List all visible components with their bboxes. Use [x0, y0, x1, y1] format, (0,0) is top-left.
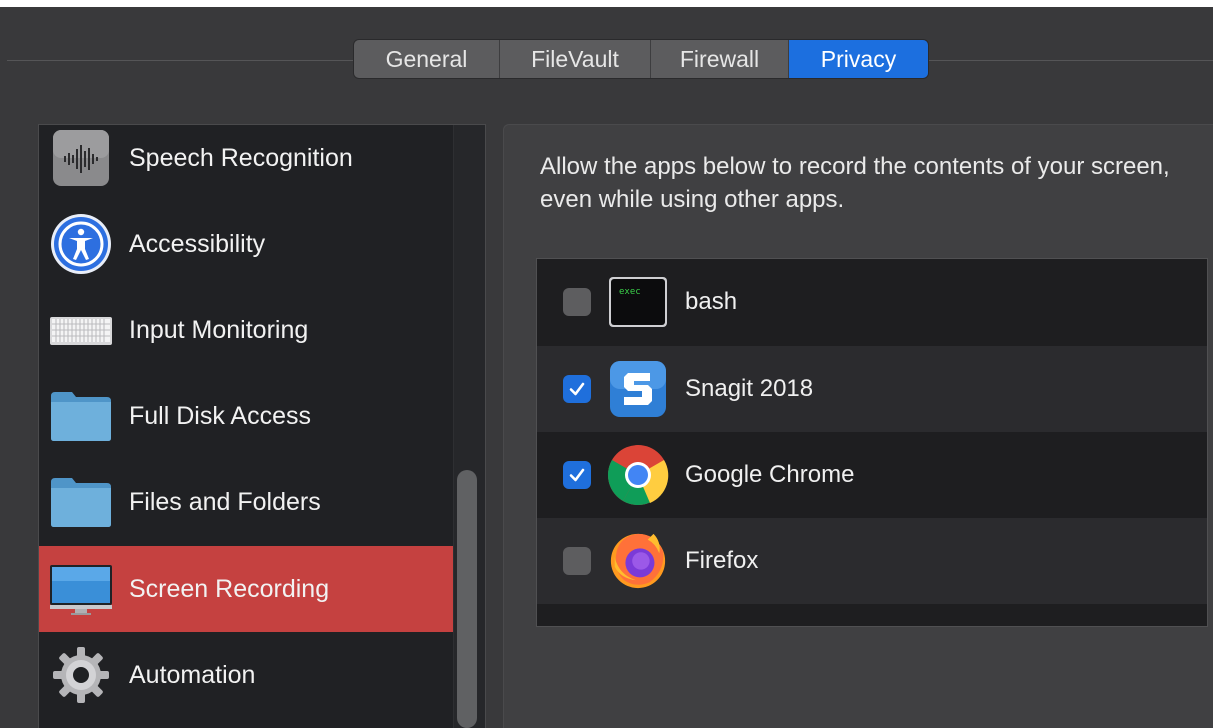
sidebar-item-label: Automation: [129, 660, 256, 689]
tab-privacy[interactable]: Privacy: [789, 40, 928, 78]
app-row-snagit: Snagit 2018: [537, 346, 1207, 432]
terminal-icon: exec: [607, 271, 669, 333]
sidebar-item-label: Speech Recognition: [129, 143, 353, 172]
sidebar-item-label: Screen Recording: [129, 574, 330, 603]
window-top-edge: [0, 0, 1213, 7]
panel-description: Allow the apps below to record the conte…: [540, 153, 1170, 213]
app-row-chrome: Google Chrome: [537, 432, 1207, 518]
security-privacy-window: General FileVault Firewall Privacy Speec…: [0, 0, 1213, 728]
tab-bar: General FileVault Firewall Privacy: [354, 40, 928, 78]
app-permission-list: exec bash Snagit 2018 Google Chrome Fire…: [536, 258, 1208, 627]
terminal-icon-text: exec: [619, 287, 641, 297]
sidebar-item-label: Files and Folders: [129, 487, 321, 516]
tab-firewall[interactable]: Firewall: [651, 40, 789, 78]
tab-filevault[interactable]: FileVault: [500, 40, 651, 78]
checkmark-icon: [569, 382, 585, 396]
chrome-icon: [607, 444, 669, 506]
app-name: Firefox: [685, 547, 759, 574]
keyboard-icon: [49, 298, 113, 362]
waveform-icon: [49, 126, 113, 190]
app-name: Snagit 2018: [685, 375, 814, 402]
checkmark-icon: [569, 468, 585, 482]
sidebar-item-full-disk-access[interactable]: Full Disk Access: [39, 373, 453, 459]
sidebar-item-accessibility[interactable]: Accessibility: [39, 201, 453, 287]
app-checkbox-chrome[interactable]: [563, 461, 591, 489]
gear-icon: [49, 643, 113, 707]
privacy-category-list: Speech Recognition Accessibility Input M…: [38, 124, 486, 728]
sidebar-item-automation[interactable]: Automation: [39, 632, 453, 718]
app-checkbox-firefox[interactable]: [563, 547, 591, 575]
sidebar-item-files-and-folders[interactable]: Files and Folders: [39, 459, 453, 545]
sidebar-item-screen-recording[interactable]: Screen Recording: [39, 546, 453, 632]
app-name: bash: [685, 288, 738, 315]
sidebar-item-input-monitoring[interactable]: Input Monitoring: [39, 287, 453, 373]
firefox-icon: [607, 528, 669, 590]
tab-general[interactable]: General: [354, 40, 500, 78]
app-checkbox-bash[interactable]: [563, 288, 591, 316]
app-row-firefox: Firefox: [537, 518, 1207, 604]
sidebar-item-label: Accessibility: [129, 229, 266, 258]
sidebar-scrollbar-thumb[interactable]: [457, 470, 477, 728]
sidebar-item-speech-recognition[interactable]: Speech Recognition: [39, 125, 453, 201]
accessibility-icon: [49, 212, 113, 276]
sidebar-item-label: Full Disk Access: [129, 401, 311, 430]
snagit-icon: [607, 358, 669, 420]
app-checkbox-snagit[interactable]: [563, 375, 591, 403]
app-name: Google Chrome: [685, 461, 855, 488]
folder-icon: [49, 384, 113, 448]
app-row-bash: exec bash: [537, 259, 1207, 345]
display-icon: [49, 557, 113, 621]
sidebar-item-label: Input Monitoring: [129, 315, 309, 344]
folder-icon: [49, 470, 113, 534]
